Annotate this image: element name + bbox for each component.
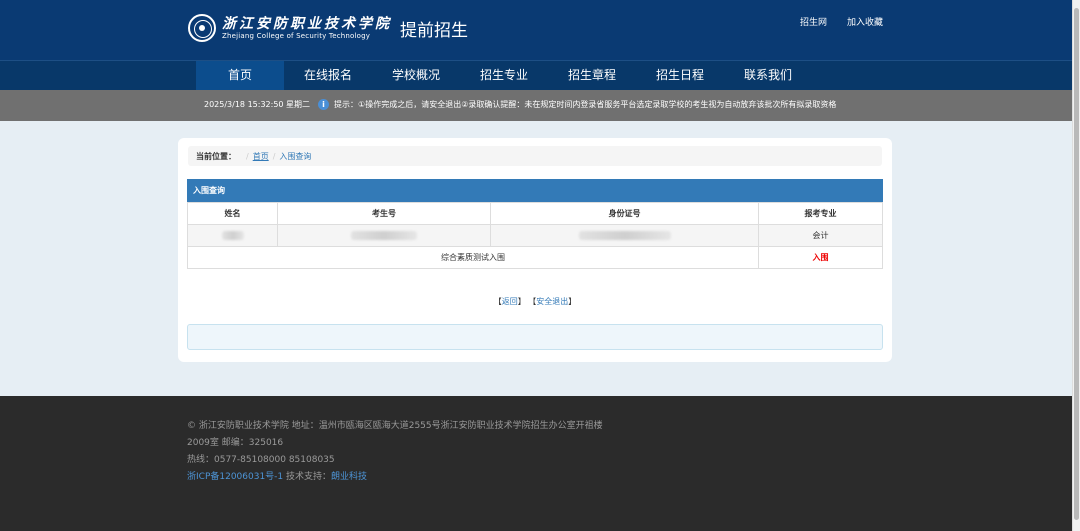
- safe-logout-link[interactable]: 安全退出: [536, 297, 568, 306]
- action-links: 【返回】 【安全退出】: [493, 297, 577, 306]
- cell-id-number-redacted: [490, 224, 759, 247]
- redacted-mark: [351, 231, 417, 240]
- table-row: 会计: [187, 224, 883, 247]
- info-icon: i: [318, 99, 330, 110]
- cell-exam-number-redacted: [277, 224, 491, 247]
- result-label: 综合素质测试入围: [187, 246, 759, 269]
- nav-item-majors[interactable]: 招生专业: [460, 61, 548, 90]
- footer-room-postcode: 2009室 邮编：325016: [187, 438, 284, 448]
- column-header-id-number: 身份证号: [490, 202, 759, 225]
- column-header-name: 姓名: [187, 202, 278, 225]
- result-status: 入围: [758, 246, 883, 269]
- site-logo[interactable]: 浙江安防职业技术学院 Zhejiang College of Security …: [188, 14, 468, 42]
- notice-text: 提示：①操作完成之后，请安全退出②录取确认提醒：未在规定时间内登录省服务平台选定…: [334, 100, 837, 109]
- cell-name-redacted: [187, 224, 278, 247]
- admissions-site-link[interactable]: 招生网: [800, 15, 827, 28]
- nav-item-schedule[interactable]: 招生日程: [636, 61, 724, 90]
- support-label: 技术支持：: [283, 472, 332, 482]
- breadcrumb-home[interactable]: 首页: [253, 151, 269, 162]
- icp-link[interactable]: 浙ICP备12006031号-1: [187, 472, 283, 482]
- redacted-mark: [221, 231, 244, 240]
- top-links: 招生网 加入收藏: [800, 15, 883, 28]
- back-link[interactable]: 返回: [502, 297, 518, 306]
- site-footer: © 浙江安防职业技术学院 地址：温州市瓯海区瓯海大道2555号浙江安防职业技术学…: [0, 396, 1072, 531]
- scrollbar-thumb[interactable]: [1074, 8, 1079, 520]
- breadcrumb: 当前位置： / 首页 / 入围查询: [188, 146, 882, 166]
- nav-item-admission-rules[interactable]: 招生章程: [548, 61, 636, 90]
- panel-title: 入围查询: [187, 179, 883, 202]
- breadcrumb-current: 入围查询: [279, 151, 312, 161]
- site-header: 浙江安防职业技术学院 Zhejiang College of Security …: [0, 0, 1072, 60]
- site-subtitle: 提前招生: [400, 20, 468, 41]
- browser-viewport: 浙江安防职业技术学院 Zhejiang College of Security …: [0, 0, 1072, 531]
- content-card: 当前位置： / 首页 / 入围查询 入围查询 姓名 考生号 身份证号 报考专业 …: [178, 138, 892, 362]
- result-row: 综合素质测试入围 入围: [187, 246, 883, 269]
- redacted-mark: [578, 231, 671, 240]
- table-header-row: 姓名 考生号 身份证号 报考专业: [187, 202, 883, 225]
- nav-item-online-registration[interactable]: 在线报名: [284, 61, 372, 90]
- footer-icp-line: 浙ICP备12006031号-1 技术支持：朗业科技: [187, 469, 603, 486]
- nav-item-home[interactable]: 首页: [196, 61, 284, 90]
- nav-item-contact[interactable]: 联系我们: [724, 61, 812, 90]
- column-header-major: 报考专业: [758, 202, 883, 225]
- add-favorite-link[interactable]: 加入收藏: [847, 15, 883, 28]
- breadcrumb-label: 当前位置：: [196, 151, 236, 161]
- tech-support-link[interactable]: 朗业科技: [331, 472, 367, 482]
- current-datetime: 2025/3/18 15:32:50 星期二: [204, 100, 311, 109]
- notice-bar: 2025/3/18 15:32:50 星期二 i 提示：①操作完成之后，请安全退…: [0, 90, 1072, 121]
- column-header-exam-number: 考生号: [277, 202, 491, 225]
- footer-address: © 浙江安防职业技术学院 地址：温州市瓯海区瓯海大道2555号浙江安防职业技术学…: [187, 421, 603, 431]
- cell-major: 会计: [758, 224, 883, 247]
- message-box: [187, 324, 883, 350]
- shortlist-query-panel: 入围查询 姓名 考生号 身份证号 报考专业 会计 综合素质测试入围 入围: [187, 179, 883, 269]
- main-nav: 首页 在线报名 学校概况 招生专业 招生章程 招生日程 联系我们: [0, 60, 1072, 90]
- logo-chinese-name: 浙江安防职业技术学院: [222, 15, 392, 32]
- nav-item-school-overview[interactable]: 学校概况: [372, 61, 460, 90]
- result-table: 姓名 考生号 身份证号 报考专业 会计 综合素质测试入围 入围: [187, 202, 883, 269]
- footer-hotline: 热线：0577-85108000 85108035: [187, 455, 335, 465]
- school-seal-icon: [188, 14, 216, 42]
- vertical-scrollbar[interactable]: [1072, 0, 1080, 531]
- logo-english-name: Zhejiang College of Security Technology: [222, 31, 371, 40]
